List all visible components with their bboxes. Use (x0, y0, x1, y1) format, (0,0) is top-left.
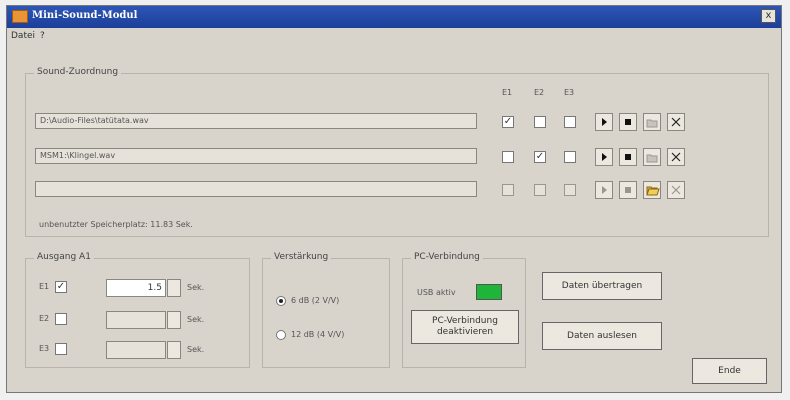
gain-12db-radio[interactable] (276, 330, 286, 340)
pc-disconnect-label-2: deaktivieren (436, 327, 494, 337)
gain-6db-label: 6 dB (2 V/V) (291, 296, 340, 305)
row1-stop-button[interactable] (619, 113, 637, 131)
delete-icon (671, 152, 681, 162)
ausgang-e1-spinner[interactable] (167, 279, 181, 297)
read-data-button[interactable]: Daten auslesen (542, 322, 662, 350)
ausgang-e2-checkbox[interactable] (55, 313, 67, 325)
ausgang-e2-spinner[interactable] (167, 311, 181, 329)
pc-disconnect-label-1: PC-Verbindung (432, 316, 498, 326)
row1-e3-checkbox[interactable] (564, 116, 576, 128)
row2-stop-button[interactable] (619, 148, 637, 166)
row3-stop-button[interactable] (619, 181, 637, 199)
usb-status-indicator (476, 284, 502, 300)
gain-12db-label: 12 dB (4 V/V) (291, 330, 345, 339)
row1-play-button[interactable] (595, 113, 613, 131)
row2-play-button[interactable] (595, 148, 613, 166)
menu-datei[interactable]: Datei (11, 31, 35, 41)
ausgang-e1-duration-input[interactable]: 1.5 (106, 279, 166, 297)
delete-icon (671, 185, 681, 195)
row1-e2-checkbox[interactable] (534, 116, 546, 128)
row3-open-button[interactable] (643, 181, 661, 199)
row1-open-button[interactable] (643, 113, 661, 131)
row3-e2-checkbox[interactable] (534, 184, 546, 196)
gain-6db-radio[interactable] (276, 296, 286, 306)
stop-icon (625, 119, 631, 125)
window-title: Mini-Sound-Modul (32, 10, 138, 21)
row3-e1-checkbox[interactable] (502, 184, 514, 196)
ausgang-group-label: Ausgang A1 (34, 252, 94, 262)
row3-delete-button[interactable] (667, 181, 685, 199)
ausgang-e3-checkbox[interactable] (55, 343, 67, 355)
free-space-text: unbenutzter Speicherplatz: 11.83 Sek. (39, 220, 193, 229)
row1-e1-checkbox[interactable]: ✓ (502, 116, 514, 128)
column-e1: E1 (502, 88, 513, 97)
row2-e3-checkbox[interactable] (564, 151, 576, 163)
end-button[interactable]: Ende (692, 358, 767, 384)
ausgang-e1-checkbox[interactable]: ✓ (55, 281, 67, 293)
row2-e2-checkbox[interactable]: ✓ (534, 151, 546, 163)
ausgang-e2-label: E2 (39, 314, 50, 323)
play-icon (602, 186, 607, 194)
ausgang-e1-label: E1 (39, 282, 50, 291)
column-e2: E2 (534, 88, 545, 97)
folder-open-icon (646, 186, 660, 196)
play-icon (602, 153, 607, 161)
row1-delete-button[interactable] (667, 113, 685, 131)
verstaerkung-group: Verstärkung (262, 252, 390, 368)
play-icon (602, 118, 607, 126)
ausgang-e3-label: E3 (39, 344, 50, 353)
pc-connection-group-label: PC-Verbindung (411, 252, 483, 262)
stop-icon (625, 187, 631, 193)
row2-e1-checkbox[interactable] (502, 151, 514, 163)
row2-open-button[interactable] (643, 148, 661, 166)
folder-open-icon (646, 154, 658, 163)
row3-e3-checkbox[interactable] (564, 184, 576, 196)
title-bar: Mini-Sound-Modul x (7, 6, 781, 28)
column-e3: E3 (564, 88, 575, 97)
ausgang-e3-unit: Sek. (187, 345, 205, 354)
ausgang-e2-unit: Sek. (187, 315, 205, 324)
sound-group-label: Sound-Zuordnung (34, 67, 122, 77)
send-data-button[interactable]: Daten übertragen (542, 272, 662, 300)
main-window: Mini-Sound-Modul x Datei ? Sound-Zuordnu… (6, 5, 782, 393)
usb-active-label: USB aktiv (417, 288, 456, 297)
row2-delete-button[interactable] (667, 148, 685, 166)
folder-open-icon (646, 119, 658, 128)
stop-icon (625, 154, 631, 160)
ausgang-e2-duration-input[interactable] (106, 311, 166, 329)
menu-help[interactable]: ? (40, 31, 45, 41)
ausgang-e3-duration-input[interactable] (106, 341, 166, 359)
app-icon (12, 10, 28, 23)
sound-file-field-2[interactable]: MSM1:\Klingel.wav (35, 148, 477, 164)
delete-icon (671, 117, 681, 127)
verstaerkung-group-label: Verstärkung (271, 252, 332, 262)
ausgang-e1-unit: Sek. (187, 283, 205, 292)
sound-file-field-1[interactable]: D:\Audio-Files\tatütata.wav (35, 113, 477, 129)
sound-file-field-3[interactable] (35, 181, 477, 197)
close-button[interactable]: x (761, 9, 776, 23)
row3-play-button[interactable] (595, 181, 613, 199)
pc-disconnect-button[interactable]: PC-Verbindung deaktivieren (411, 310, 519, 344)
ausgang-e3-spinner[interactable] (167, 341, 181, 359)
